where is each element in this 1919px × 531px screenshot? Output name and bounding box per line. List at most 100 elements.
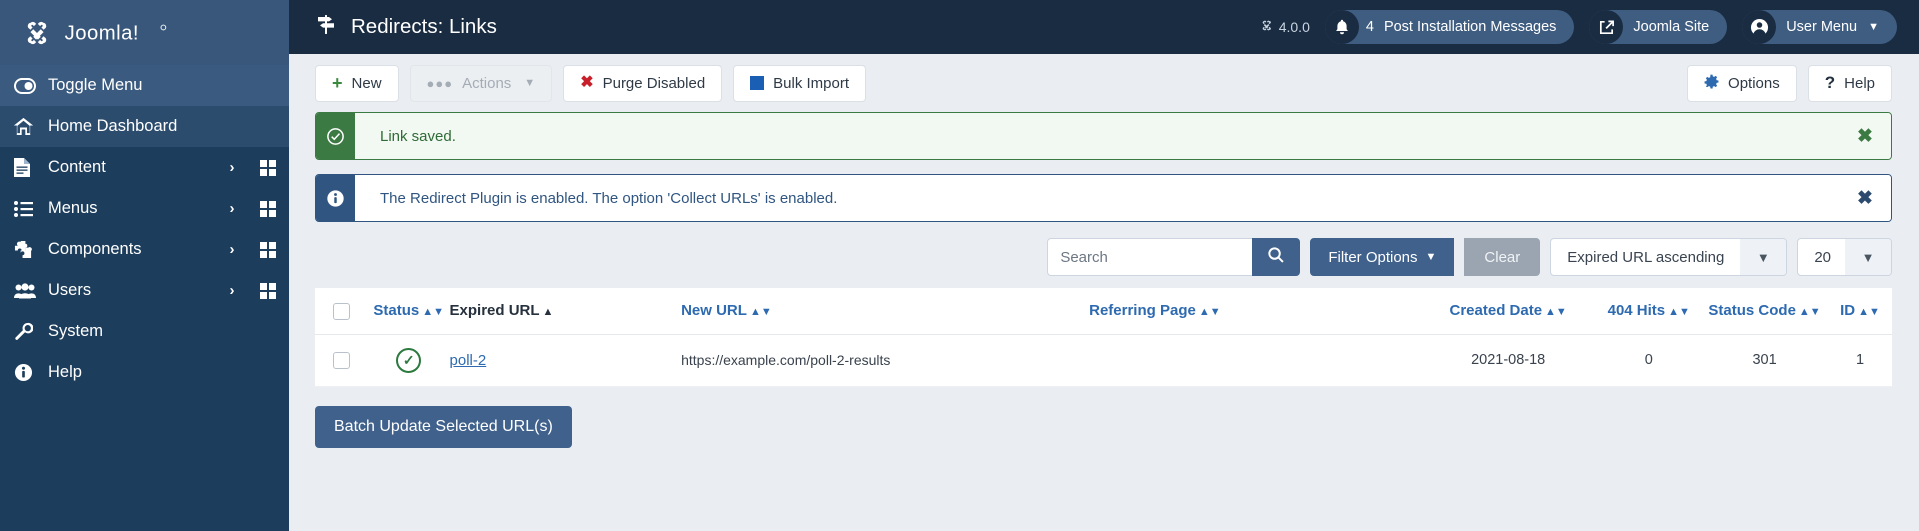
check-circle-icon[interactable]: ✓: [396, 347, 422, 373]
column-header-referring-page[interactable]: Referring Page ▲▼: [1089, 288, 1420, 335]
info-circle-icon: [14, 363, 48, 382]
check-circle-icon: [316, 113, 355, 159]
chevron-right-icon[interactable]: ›: [217, 200, 247, 217]
table-body: ✓ poll-2 https://example.com/poll-2-resu…: [315, 334, 1892, 387]
search-button[interactable]: [1252, 238, 1301, 276]
sidebar-item-label: Help: [48, 363, 82, 381]
sidebar-item-help[interactable]: Help: [0, 352, 289, 393]
sort-both-icon: ▲▼: [1198, 306, 1221, 319]
column-header-status-code[interactable]: Status Code ▲▼: [1701, 288, 1828, 335]
joomla-site-button[interactable]: Joomla Site: [1589, 10, 1728, 44]
sidebar-item-system[interactable]: System: [0, 311, 289, 352]
main-area: Redirects: Links 4.0.0 4 Post Installati…: [289, 0, 1919, 531]
filter-options-button[interactable]: Filter Options ▼: [1310, 238, 1455, 276]
search-input[interactable]: [1047, 238, 1253, 276]
chevron-down-icon: ▼: [1425, 251, 1437, 263]
joomla-site-label: Joomla Site: [1633, 19, 1710, 35]
wrench-icon: [14, 322, 48, 341]
top-header: Redirects: Links 4.0.0 4 Post Installati…: [289, 0, 1919, 54]
column-header-created-date[interactable]: Created Date ▲▼: [1419, 288, 1597, 335]
sidebar-item-label: Components: [48, 240, 142, 258]
actions-button[interactable]: ●●● Actions ▼: [409, 64, 553, 102]
sort-both-icon: ▲▼: [1858, 306, 1880, 319]
alert-success-message: Link saved.: [355, 113, 1839, 159]
options-button[interactable]: Options: [1687, 64, 1797, 102]
svg-text:Joomla!: Joomla!: [65, 22, 139, 44]
grid-icon[interactable]: [247, 282, 289, 299]
post-installation-messages-button[interactable]: 4 Post Installation Messages: [1324, 10, 1575, 44]
expired-url-link[interactable]: poll-2: [450, 352, 487, 369]
version-indicator: 4.0.0: [1260, 19, 1310, 35]
chevron-right-icon[interactable]: ›: [217, 241, 247, 258]
column-label: Status: [373, 302, 420, 320]
column-label: 404 Hits: [1607, 302, 1666, 320]
row-404-hits-cell: 0: [1596, 334, 1702, 387]
toolbar: + New ●●● Actions ▼ ✖ Purge Disabled Bul…: [289, 54, 1919, 112]
user-menu-button[interactable]: User Menu ▼: [1742, 10, 1897, 44]
upload-box-icon: [750, 76, 765, 90]
notification-count: 4: [1365, 19, 1374, 35]
column-label: Created Date: [1449, 302, 1543, 320]
post-installation-messages-label: Post Installation Messages: [1383, 19, 1557, 35]
bell-icon: [1324, 10, 1359, 44]
column-header-404-hits[interactable]: 404 Hits ▲▼: [1596, 288, 1702, 335]
grid-icon[interactable]: [247, 241, 289, 258]
column-header-new-url[interactable]: New URL ▲▼: [681, 288, 1090, 335]
row-new-url-cell: https://example.com/poll-2-results: [681, 334, 1090, 387]
admin-app: Joomla! Toggle Menu Home Dashboard Conte…: [0, 0, 1919, 531]
sidebar-item-users[interactable]: Users ›: [0, 270, 289, 311]
row-id-cell: 1: [1827, 334, 1892, 387]
column-label: Referring Page: [1089, 302, 1196, 320]
x-icon: ✖: [580, 74, 594, 91]
help-button[interactable]: ? Help: [1807, 64, 1892, 102]
new-button[interactable]: + New: [315, 64, 399, 102]
sidebar-item-label: Users: [48, 281, 92, 299]
sort-select-value: Expired URL ascending: [1567, 248, 1725, 266]
column-header-expired-url[interactable]: Expired URL ▲: [449, 288, 682, 335]
page-title: Redirects: Links: [315, 13, 497, 41]
question-mark-icon: ?: [1824, 73, 1836, 92]
clear-filters-button[interactable]: Clear: [1464, 238, 1541, 276]
sidebar-item-content[interactable]: Content ›: [0, 147, 289, 188]
close-icon[interactable]: ✖: [1839, 113, 1891, 159]
sidebar-item-components[interactable]: Components ›: [0, 229, 289, 270]
page-title-text: Redirects: Links: [351, 15, 497, 38]
sidebar-item-menus[interactable]: Menus ›: [0, 188, 289, 229]
row-expired-url-cell: poll-2: [449, 334, 682, 387]
column-label: New URL: [681, 302, 747, 320]
brand-wordmark: Joomla!: [64, 21, 176, 45]
user-menu-label: User Menu: [1786, 19, 1858, 35]
search-group: [1047, 238, 1301, 276]
close-icon[interactable]: ✖: [1839, 175, 1891, 221]
bulk-import-button[interactable]: Bulk Import: [733, 64, 867, 102]
sort-both-icon: ▲▼: [422, 306, 445, 319]
column-header-status[interactable]: Status ▲▼: [367, 288, 450, 335]
purge-disabled-button[interactable]: ✖ Purge Disabled: [563, 64, 723, 102]
batch-action-area: Batch Update Selected URL(s): [289, 387, 1919, 448]
puzzle-icon: [14, 240, 48, 259]
row-checkbox[interactable]: [332, 351, 350, 369]
brand-logo-area[interactable]: Joomla!: [0, 0, 289, 65]
chevron-right-icon[interactable]: ›: [217, 282, 247, 299]
sidebar-item-toggle-menu[interactable]: Toggle Menu: [0, 65, 289, 106]
select-all-checkbox[interactable]: [332, 302, 350, 320]
table-header-row: Status ▲▼ Expired URL ▲ New URL ▲▼ Referrin…: [315, 288, 1892, 335]
row-select-cell: [315, 334, 368, 387]
joomla-mark-icon: [1260, 19, 1273, 35]
grid-icon[interactable]: [247, 159, 289, 176]
batch-update-button[interactable]: Batch Update Selected URL(s): [315, 405, 572, 448]
grid-icon[interactable]: [247, 200, 289, 217]
sort-select[interactable]: Expired URL ascending ▼: [1550, 238, 1788, 276]
external-link-icon: [1589, 10, 1624, 44]
column-header-id[interactable]: ID ▲▼: [1827, 288, 1892, 335]
list-limit-select[interactable]: 20 ▼: [1797, 238, 1892, 276]
sidebar-item-home-dashboard[interactable]: Home Dashboard: [0, 106, 289, 147]
users-icon: [14, 282, 48, 299]
chevron-right-icon[interactable]: ›: [217, 159, 247, 176]
options-label: Options: [1728, 74, 1780, 92]
new-url-text: https://example.com/poll-2-results: [681, 351, 891, 368]
alert-success: Link saved. ✖: [315, 112, 1892, 160]
sort-both-icon: ▲▼: [1798, 306, 1821, 319]
column-label: Expired URL: [449, 302, 540, 320]
purge-disabled-label: Purge Disabled: [602, 74, 706, 92]
